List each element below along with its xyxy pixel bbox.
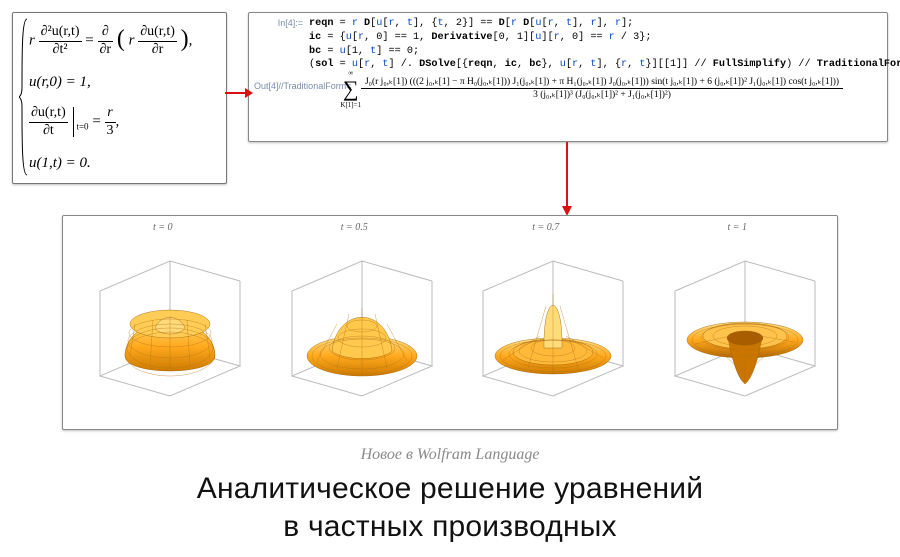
brace-icon (19, 17, 29, 179)
sigma-icon: ∑∞K[1]=1 (343, 74, 359, 104)
plot-t1: t = 1 (643, 222, 831, 425)
wolfram-code-box: In[4]:= reqn = r D[u[r, t], {t, 2}] == D… (248, 12, 888, 142)
initial-condition-1: u(r,0) = 1, (29, 73, 220, 91)
subtitle: Новое в Wolfram Language (0, 446, 900, 464)
plot-t0: t = 0 (69, 222, 257, 425)
plot-t05: t = 0.5 (260, 222, 448, 425)
arrow-right-icon (225, 86, 253, 100)
code-line-3: bc = u[1, t] == 0; (309, 45, 877, 59)
equation-system-box: r ∂²u(r,t)∂t² = ∂∂r ( r ∂u(r,t)∂r ), u(r… (12, 12, 227, 184)
code-line-4: (sol = u[r, t] /. DSolve[{reqn, ic, bc},… (309, 58, 877, 72)
plot-t07: t = 0.7 (452, 222, 640, 425)
boundary-condition: u(1,t) = 0. (29, 154, 220, 172)
code-line-1: In[4]:= reqn = r D[u[r, t], {t, 2}] == D… (309, 17, 877, 31)
code-line-2: ic = {u[r, 0] == 1, Derivative[0, 1][u][… (309, 31, 877, 45)
plots-panel: t = 0 (62, 215, 838, 430)
arrow-down-icon (560, 142, 574, 216)
main-title: Аналитическое решение уравнений в частны… (0, 470, 900, 545)
pde-equation: r ∂²u(r,t)∂t² = ∂∂r ( r ∂u(r,t)∂r ), (29, 24, 220, 59)
output-formula: Out[4]//TraditionalForm= ∑∞K[1]=1 J₀(r j… (309, 74, 877, 104)
initial-condition-2: ∂u(r,t)∂t t=0 = r3, (29, 105, 220, 140)
